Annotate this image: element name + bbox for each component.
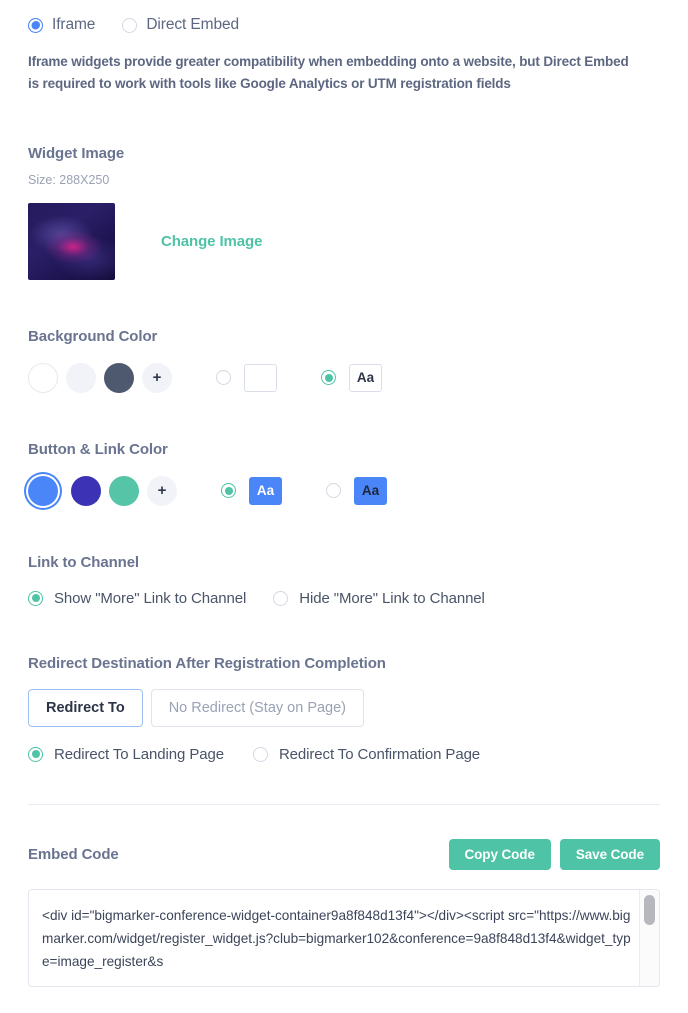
embed-type-note: Iframe widgets provide greater compatibi…	[28, 54, 629, 91]
button-link-color-section: Button & Link Color + Aa Aa	[28, 441, 660, 506]
embed-code-section: Embed Code Copy Code Save Code <div id="…	[28, 838, 660, 987]
background-text-chip-2[interactable]: Aa	[349, 363, 382, 392]
background-text-chip-1[interactable]	[244, 363, 277, 392]
background-text-option-1-radio[interactable]	[216, 370, 231, 386]
background-color-heading: Background Color	[28, 327, 158, 345]
button-link-swatch-3[interactable]	[109, 475, 139, 506]
redirect-tab-redirect-to[interactable]: Redirect To	[28, 688, 143, 727]
link-to-channel-radio-group: Show "More" Link to Channel Hide "More" …	[28, 590, 660, 607]
redirect-destination-section: Redirect Destination After Registration …	[28, 655, 660, 763]
link-to-channel-option-show-label: Show "More" Link to Channel	[54, 589, 247, 607]
radio-iframe-icon[interactable]	[28, 17, 43, 33]
copy-code-button[interactable]: Copy Code	[448, 838, 551, 870]
background-text-option-2-radio[interactable]	[321, 370, 336, 386]
redirect-option-confirmation-page-label: Redirect To Confirmation Page	[278, 745, 481, 763]
embed-code-text: <div id="bigmarker-conference-widget-con…	[42, 907, 631, 970]
redirect-tab-no-redirect[interactable]: No Redirect (Stay on Page)	[150, 688, 365, 727]
change-image-link[interactable]: Change Image	[161, 233, 262, 250]
embed-code-scrollbar-thumb[interactable]	[644, 894, 655, 925]
button-link-color-heading: Button & Link Color	[28, 440, 168, 458]
redirect-destination-heading: Redirect Destination After Registration …	[28, 654, 386, 672]
link-to-channel-section: Link to Channel Show "More" Link to Chan…	[28, 554, 660, 607]
widget-image-size-note: Size: 288X250	[28, 172, 110, 187]
embed-code-scrollbar-track[interactable]	[639, 889, 659, 986]
save-code-button[interactable]: Save Code	[559, 838, 660, 870]
background-add-color-button[interactable]: +	[142, 362, 172, 393]
button-link-color-swatch-row: + Aa Aa	[28, 475, 660, 506]
link-to-channel-option-hide[interactable]: Hide "More" Link to Channel	[273, 590, 485, 607]
radio-redirect-confirmation-page-icon[interactable]	[252, 746, 268, 762]
background-color-section: Background Color + Aa	[28, 328, 660, 393]
embed-type-option-direct-embed-label: Direct Embed	[146, 16, 240, 33]
radio-show-more-link-icon[interactable]	[28, 590, 43, 606]
background-color-swatch-row: + Aa	[28, 362, 660, 393]
link-to-channel-option-hide-label: Hide "More" Link to Channel	[299, 589, 485, 607]
redirect-option-confirmation-page[interactable]: Redirect To Confirmation Page	[252, 745, 481, 763]
section-divider	[28, 803, 660, 805]
embed-code-textarea[interactable]: <div id="bigmarker-conference-widget-con…	[28, 888, 660, 987]
embed-code-heading: Embed Code	[28, 845, 119, 863]
widget-embed-settings-panel: Iframe Direct Embed Iframe widgets provi…	[0, 0, 688, 1013]
redirect-radio-group: Redirect To Landing Page Redirect To Con…	[28, 746, 660, 763]
redirect-option-landing-page-label: Redirect To Landing Page	[54, 745, 224, 763]
embed-type-radio-group: Iframe Direct Embed	[28, 0, 660, 34]
link-to-channel-option-show[interactable]: Show "More" Link to Channel	[28, 590, 246, 607]
widget-image-heading: Widget Image	[28, 144, 125, 162]
button-link-text-option-1-radio[interactable]	[221, 483, 236, 499]
button-link-swatch-2[interactable]	[71, 475, 101, 506]
widget-image-section: Widget Image Size: 288X250 Change Image	[28, 145, 660, 280]
radio-hide-more-link-icon[interactable]	[273, 590, 289, 606]
button-link-add-color-button[interactable]: +	[147, 475, 177, 506]
embed-code-header-row: Embed Code Copy Code Save Code	[28, 838, 660, 870]
radio-direct-embed-icon[interactable]	[122, 17, 138, 33]
widget-image-thumbnail[interactable]	[28, 202, 115, 280]
background-swatch-1[interactable]	[28, 362, 58, 393]
redirect-option-landing-page[interactable]: Redirect To Landing Page	[28, 746, 224, 763]
button-link-text-option-2-radio[interactable]	[326, 483, 341, 499]
button-link-text-chip-1[interactable]: Aa	[249, 476, 282, 505]
button-link-swatch-1[interactable]	[28, 475, 58, 506]
embed-type-option-direct-embed[interactable]: Direct Embed	[122, 16, 239, 34]
background-swatch-3[interactable]	[104, 362, 134, 393]
redirect-tab-group: Redirect To No Redirect (Stay on Page)	[28, 688, 660, 727]
background-swatch-2[interactable]	[66, 362, 96, 393]
widget-image-row: Change Image	[28, 202, 660, 280]
embed-code-button-group: Copy Code Save Code	[448, 838, 660, 870]
embed-type-option-iframe-label: Iframe	[52, 16, 96, 33]
link-to-channel-heading: Link to Channel	[28, 553, 140, 571]
embed-type-option-iframe[interactable]: Iframe	[28, 16, 95, 34]
radio-redirect-landing-page-icon[interactable]	[28, 746, 43, 762]
button-link-text-chip-2[interactable]: Aa	[354, 476, 387, 505]
